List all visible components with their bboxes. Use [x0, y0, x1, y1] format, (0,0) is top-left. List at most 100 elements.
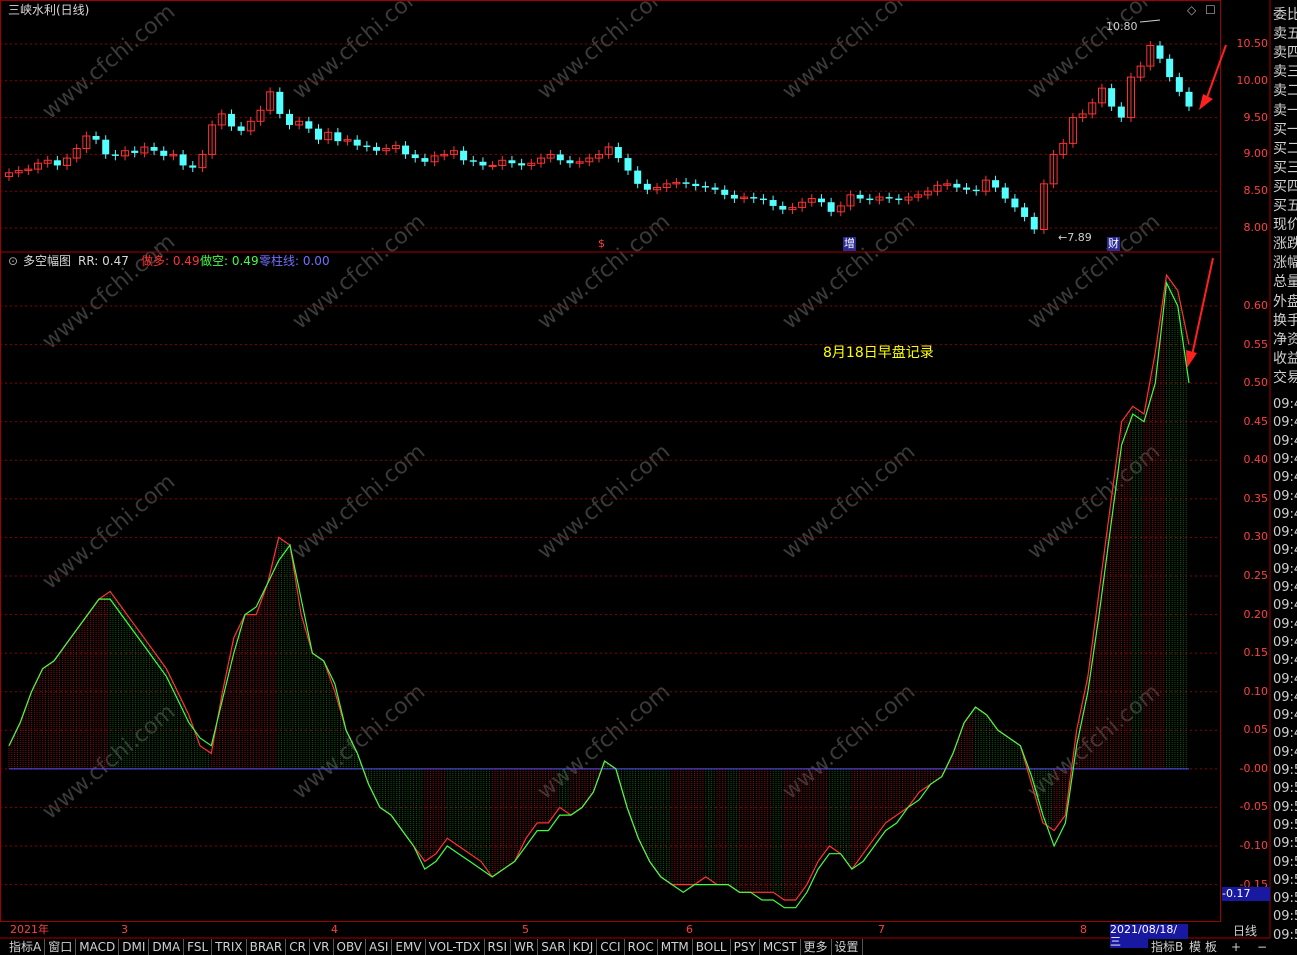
price-tick-label: 8.50 — [1243, 184, 1269, 198]
window-toggle-icon[interactable]: ☐ — [1205, 3, 1216, 17]
indicator-menu-icon[interactable]: ⊙ — [8, 254, 18, 268]
candle-body — [150, 147, 158, 151]
tab-mcst[interactable]: MCST — [759, 939, 801, 955]
high-pointer — [1139, 19, 1161, 23]
tick-time: 09:4 — [1273, 415, 1297, 431]
tick-time: 09:4 — [1273, 634, 1297, 650]
quote-field-label: 现价 — [1273, 217, 1297, 234]
tab-mtm[interactable]: MTM — [657, 939, 693, 955]
tab-dmi[interactable]: DMI — [119, 939, 150, 955]
watermark-text: www.cfchi.com — [533, 0, 675, 105]
candle-body — [518, 163, 526, 166]
candle-body — [488, 164, 497, 167]
watermark-text: www.cfchi.com — [288, 209, 430, 334]
watermark-text: www.cfchi.com — [38, 0, 180, 125]
tab-boll[interactable]: BOLL — [692, 939, 731, 955]
tab-vol-tdx[interactable]: VOL-TDX — [425, 939, 485, 955]
candle-body — [692, 183, 700, 187]
marker-right[interactable]: 财 — [1107, 237, 1120, 251]
bottom-control[interactable]: 板 — [1202, 939, 1221, 955]
candle-body — [469, 160, 477, 162]
bottom-control[interactable]: + — [1228, 939, 1245, 955]
tab-fsl[interactable]: FSL — [184, 939, 213, 955]
tab-窗口[interactable]: 窗口 — [45, 939, 77, 955]
tab-brar[interactable]: BRAR — [246, 939, 287, 955]
tab-rsi[interactable]: RSI — [484, 939, 512, 955]
tab-cr[interactable]: CR — [286, 939, 310, 955]
candle-body — [643, 183, 651, 190]
price-tick-label: 10.50 — [1236, 37, 1269, 50]
candle-body — [131, 150, 139, 153]
tick-time: 09:4 — [1273, 397, 1297, 412]
tick-time: 09:4 — [1273, 580, 1297, 595]
tab-设置[interactable]: 设置 — [831, 939, 863, 955]
candle-body — [92, 136, 100, 140]
tab-trix[interactable]: TRIX — [212, 939, 247, 955]
candle-body — [730, 194, 738, 199]
watermark-text: www.cfchi.com — [778, 439, 920, 564]
tick-time: 09:5 — [1273, 817, 1297, 833]
candle-body — [402, 145, 410, 155]
bottom-control[interactable]: 指标B — [1148, 939, 1187, 955]
candle-body — [992, 180, 1000, 188]
quote-field-label: 交易 — [1273, 369, 1297, 386]
tab-sar[interactable]: SAR — [538, 939, 570, 955]
tick-time: 09:4 — [1273, 506, 1297, 522]
x-year-label: 2021年 — [10, 923, 49, 936]
price-tick-label: 10.00 — [1236, 73, 1269, 87]
arrow-head — [1199, 94, 1213, 110]
candle-body — [856, 194, 864, 199]
x-month-label: 5 — [522, 923, 529, 936]
tick-time: 09:5 — [1273, 854, 1297, 870]
tab-cci[interactable]: CCI — [597, 939, 625, 955]
candle-body — [701, 186, 709, 188]
tab-vr[interactable]: VR — [309, 939, 334, 955]
quote-field-label: 买二 — [1273, 140, 1297, 157]
candle-body — [634, 170, 642, 184]
candle-body — [750, 197, 758, 199]
marker-mid[interactable]: 增 — [843, 237, 856, 251]
watermark-text: www.cfchi.com — [288, 439, 430, 564]
candle-body — [895, 198, 903, 201]
quote-field-label: 卖五 — [1273, 26, 1297, 43]
indicator-tick-label: -0.10 — [1239, 839, 1268, 852]
quote-field-label: 涨幅 — [1273, 255, 1297, 272]
annotation-text: 8月18日早盘记录 — [823, 345, 934, 361]
tab-wr[interactable]: WR — [511, 939, 539, 955]
candle-body — [373, 147, 381, 151]
tab-macd[interactable]: MACD — [76, 939, 120, 955]
candle-body — [682, 182, 690, 184]
quote-field-label: 卖四 — [1273, 45, 1297, 62]
tab-roc[interactable]: ROC — [624, 939, 658, 955]
tab-更多[interactable]: 更多 — [800, 939, 832, 955]
bottom-control[interactable]: − — [1254, 939, 1271, 955]
tab-指标a[interactable]: 指标A — [6, 939, 46, 955]
tab-dma[interactable]: DMA — [149, 939, 185, 955]
tab-kdj[interactable]: KDJ — [569, 939, 598, 955]
candle-body — [1175, 77, 1183, 92]
indicator-tick-label: 0.20 — [1243, 607, 1269, 621]
period-label[interactable]: 日线 — [1233, 924, 1257, 938]
price-low-label: ←7.89 — [1058, 231, 1092, 244]
tab-psy[interactable]: PSY — [730, 939, 760, 955]
candle-body — [508, 160, 516, 164]
candle-body — [315, 128, 323, 140]
indicator-tick-label: -0.00 — [1239, 761, 1268, 775]
tab-emv[interactable]: EMV — [392, 939, 426, 955]
candle-body — [1030, 216, 1038, 230]
quote-field-label: 买五 — [1273, 198, 1297, 214]
candle-body — [1185, 91, 1193, 107]
candle-body — [614, 147, 622, 159]
quote-field-label: 净资 — [1273, 331, 1297, 348]
tab-asi[interactable]: ASI — [366, 939, 393, 955]
indicator-tick-label: 0.30 — [1243, 530, 1269, 544]
chart-canvas[interactable]: www.cfchi.com www.cfchi.com www.cfchi.com w… — [0, 0, 1297, 955]
watermark-text: www.cfchi.com — [38, 469, 180, 594]
watermark-text: www.cfchi.com — [38, 229, 180, 354]
indicator-name[interactable]: 多空幅图 — [23, 254, 71, 268]
diamond-icon[interactable]: ◇ — [1187, 3, 1196, 17]
candle-body — [624, 158, 632, 171]
tick-time: 09:4 — [1273, 561, 1297, 577]
tick-time: 09:4 — [1273, 598, 1297, 614]
tab-obv[interactable]: OBV — [333, 939, 367, 955]
